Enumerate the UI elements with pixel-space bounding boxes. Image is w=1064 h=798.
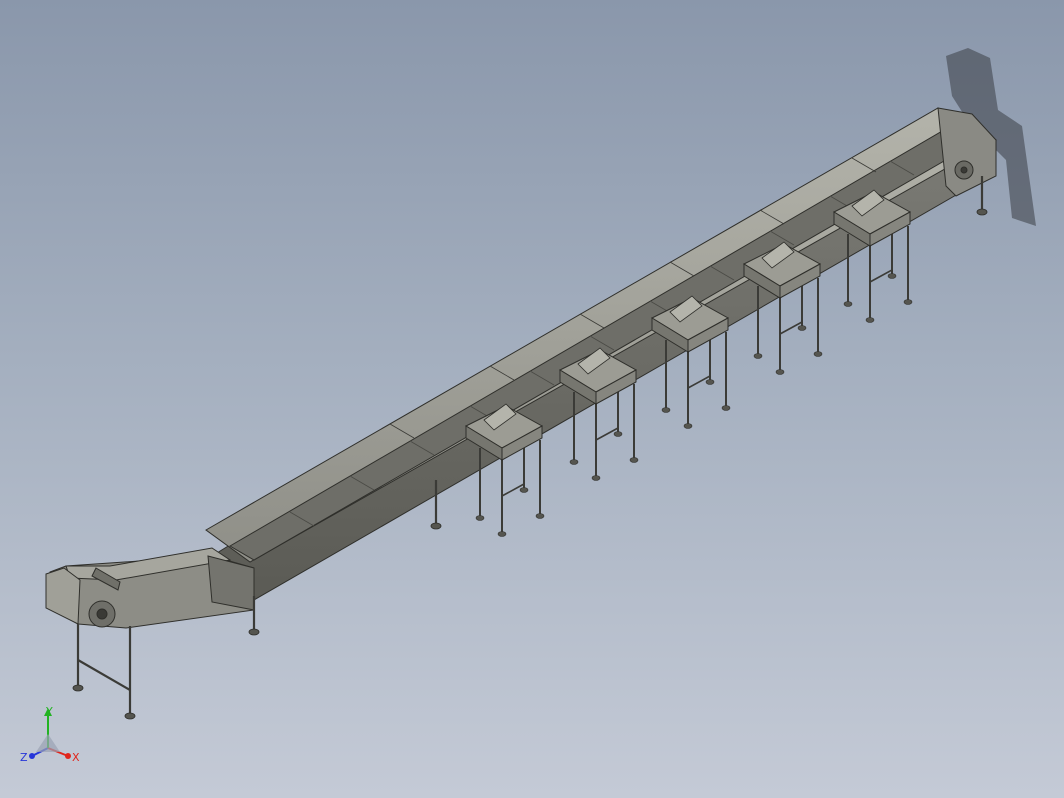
leg-feet	[72, 208, 988, 720]
conveyor-model[interactable]: X Y Z	[0, 0, 1064, 798]
y-axis-label: Y	[45, 705, 53, 718]
axis-triad: X Y Z	[20, 705, 80, 764]
z-axis-tip	[29, 753, 35, 759]
conveyor-frame	[45, 107, 998, 629]
x-axis-label: X	[72, 751, 80, 764]
z-axis-label: Z	[20, 751, 28, 764]
x-axis-tip	[65, 753, 71, 759]
cad-viewport[interactable]: X Y Z	[0, 0, 1064, 798]
